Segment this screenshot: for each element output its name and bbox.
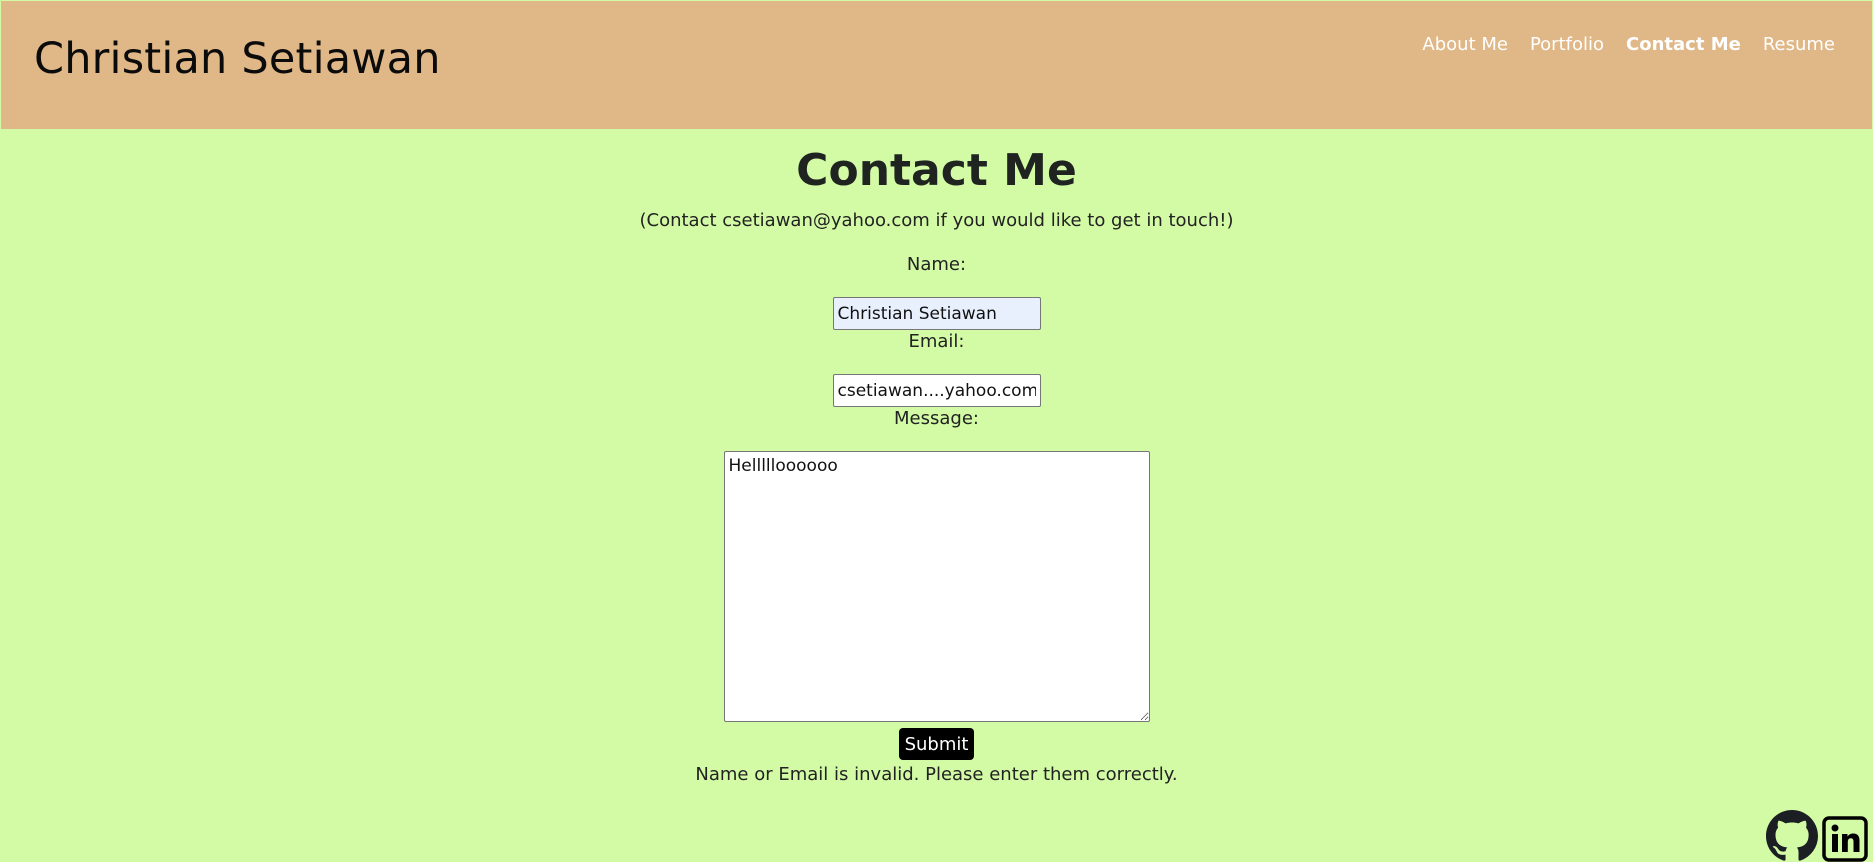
nav-about-me[interactable]: About Me	[1411, 31, 1519, 58]
message-label: Message:	[894, 408, 979, 429]
site-header: Christian Setiawan About Me Portfolio Co…	[1, 1, 1872, 129]
error-message: Name or Email is invalid. Please enter t…	[695, 764, 1178, 785]
nav-resume[interactable]: Resume	[1752, 31, 1846, 58]
email-label: Email:	[908, 331, 965, 352]
submit-button[interactable]: Submit	[898, 728, 975, 760]
main-nav: About Me Portfolio Contact Me Resume	[1411, 31, 1846, 58]
page-title: Contact Me	[796, 145, 1077, 196]
name-input[interactable]	[832, 297, 1041, 330]
social-links	[1766, 810, 1868, 862]
linkedin-link[interactable]	[1822, 816, 1868, 862]
nav-portfolio[interactable]: Portfolio	[1519, 31, 1615, 58]
contact-section: Contact Me (Contact csetiawan@yahoo.com …	[0, 129, 1873, 787]
github-link[interactable]	[1766, 810, 1818, 862]
email-input[interactable]	[832, 374, 1041, 407]
github-icon	[1766, 810, 1818, 861]
nav-contact-me[interactable]: Contact Me	[1615, 31, 1752, 58]
contact-subtitle: (Contact csetiawan@yahoo.com if you woul…	[639, 210, 1234, 231]
linkedin-icon	[1822, 816, 1868, 862]
message-textarea[interactable]: Hellllloooooo	[723, 451, 1150, 722]
contact-form: Name: Email: Message: Hellllloooooo Subm…	[0, 253, 1873, 787]
name-label: Name:	[906, 254, 967, 275]
site-title: Christian Setiawan	[34, 34, 441, 84]
